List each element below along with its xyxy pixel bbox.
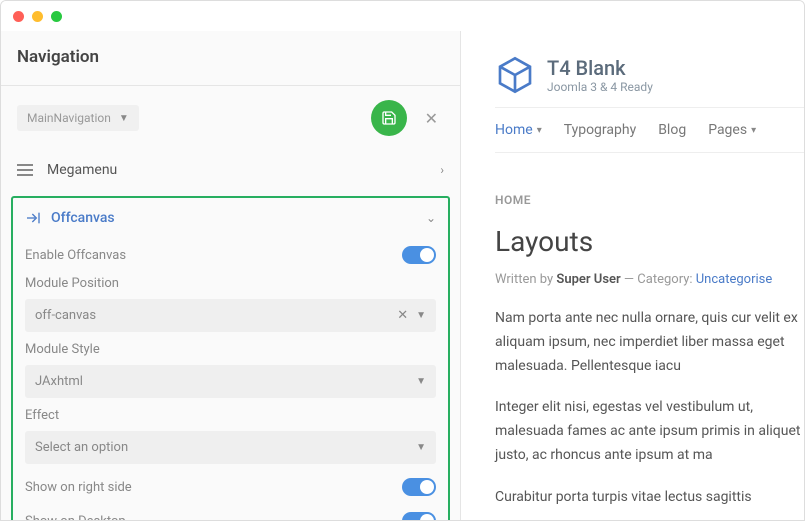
module-style-value: JAxhtml [35,374,416,389]
site-nav: Home ▾ Typography Blog Pages ▾ [495,107,804,153]
enable-offcanvas-toggle[interactable] [402,246,436,264]
cube-logo-icon [495,55,535,95]
offcanvas-panel: Offcanvas ⌄ Enable Offcanvas Module Posi… [11,196,450,520]
offcanvas-icon [25,210,41,226]
chevron-down-icon: ⌄ [426,211,436,225]
module-style-label: Module Style [19,338,442,361]
module-position-label: Module Position [19,272,442,295]
close-button[interactable]: ✕ [419,103,444,134]
show-desktop-toggle[interactable] [402,512,436,520]
chevron-down-icon: ▾ [751,125,756,136]
enable-offcanvas-label: Enable Offcanvas [25,248,402,263]
page-title: Layouts [495,207,804,272]
nav-blog-label: Blog [658,122,686,138]
nav-typography-label: Typography [564,122,636,138]
brand-subtitle: Joomla 3 & 4 Ready [547,80,653,94]
module-position-select[interactable]: off-canvas ✕ ▼ [25,299,436,332]
menu-icon [17,164,33,176]
article-meta: Written by Super User — Category: Uncate… [495,272,804,307]
chevron-down-icon: ▾ [537,125,542,136]
paragraph-2: Integer elit nisi, egestas vel vestibulu… [495,396,804,485]
clear-icon[interactable]: ✕ [397,308,408,323]
breadcrumb: HOME [495,193,804,207]
paragraph-1: Nam porta ante nec nulla ornare, quis cu… [495,307,804,396]
navigation-selector[interactable]: MainNavigation ▼ [17,105,139,131]
nav-blog[interactable]: Blog [658,122,686,138]
offcanvas-header[interactable]: Offcanvas ⌄ [19,198,442,238]
author-name: Super User [556,272,620,287]
offcanvas-title: Offcanvas [51,210,426,226]
megamenu-section[interactable]: Megamenu › [1,148,460,192]
show-desktop-label: Show on Desktop [25,514,402,521]
navigation-selector-label: MainNavigation [27,111,111,125]
written-by-label: Written by [495,272,556,287]
save-button[interactable] [371,100,407,136]
category-label: — Category: [621,272,696,287]
panel-title: Navigation [17,47,444,67]
window-titlebar [1,1,804,31]
nav-home[interactable]: Home ▾ [495,122,542,138]
brand-title: T4 Blank [547,56,653,80]
show-right-label: Show on right side [25,480,402,495]
nav-pages-label: Pages [708,122,747,138]
category-link[interactable]: Uncategorise [696,272,773,287]
window-maximize-icon[interactable] [51,11,62,22]
chevron-down-icon: ▼ [416,310,426,321]
effect-select[interactable]: Select an option ▼ [25,431,436,464]
module-position-value: off-canvas [35,308,397,323]
paragraph-3: Curabitur porta turpis vitae lectus sagi… [495,486,804,520]
chevron-down-icon: ▼ [416,376,426,387]
effect-value: Select an option [35,440,416,455]
chevron-down-icon: ▼ [416,442,426,453]
panel-header: Navigation [1,31,460,86]
effect-label: Effect [19,404,442,427]
chevron-down-icon: ▼ [119,113,129,124]
show-right-toggle[interactable] [402,478,436,496]
megamenu-label: Megamenu [47,162,440,178]
close-icon: ✕ [425,109,438,128]
module-style-select[interactable]: JAxhtml ▼ [25,365,436,398]
site-brand: T4 Blank Joomla 3 & 4 Ready [495,31,804,107]
window-close-icon[interactable] [13,11,24,22]
nav-pages[interactable]: Pages ▾ [708,122,756,138]
window-minimize-icon[interactable] [32,11,43,22]
nav-typography[interactable]: Typography [564,122,636,138]
save-icon [381,110,397,126]
nav-home-label: Home [495,122,533,138]
chevron-right-icon: › [440,163,444,177]
